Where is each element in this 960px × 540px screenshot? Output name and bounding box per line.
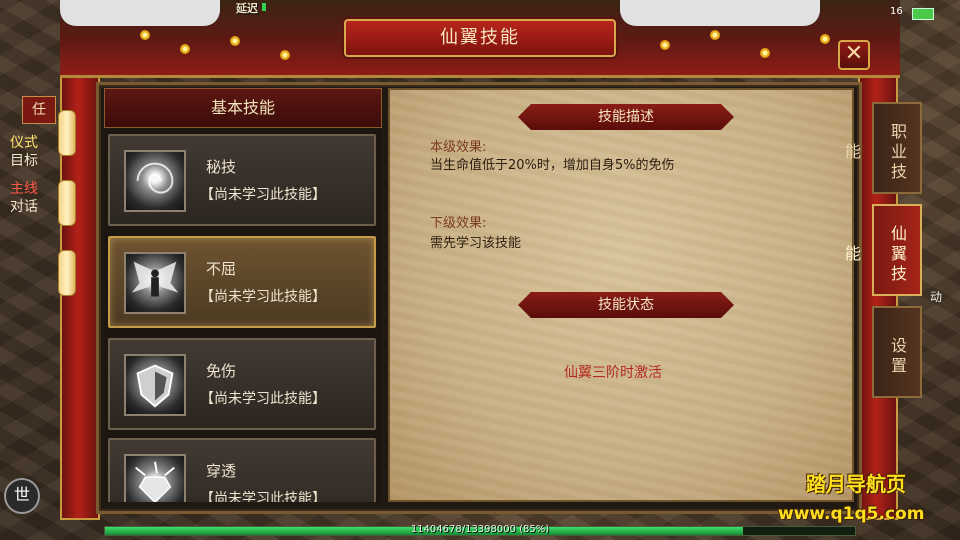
skill-list: 基本技能 秘技 【尚未学习此技能】 不屈 【尚未学习此技能】 免伤 【尚未学习此… — [104, 88, 382, 502]
quest-tab-ritual-title: 仪式 — [10, 135, 38, 151]
skill-learn-status: 【尚未学习此技能】 — [200, 187, 326, 203]
latency-signal-icon — [262, 3, 266, 11]
close-button[interactable]: ✕ — [838, 40, 870, 70]
quest-tab-ritual-sub: 目标 — [10, 153, 38, 169]
current-effect-text: 当生命值低于20%时，增加自身5%的免伤 — [430, 158, 675, 173]
activation-condition-text: 仙翼三阶时激活 — [564, 365, 662, 381]
voice-chat-button[interactable]: 世 — [4, 478, 40, 514]
watermark-url: www.q1q5.com — [778, 504, 925, 524]
skill-description-title: 技能描述 — [518, 104, 734, 130]
skill-name: 秘技 — [206, 158, 237, 176]
winged-warrior-icon — [124, 252, 186, 314]
quest-tab-main-title: 主线 — [10, 181, 38, 197]
quest-tab-main[interactable]: 主线 对话 — [2, 180, 54, 220]
quest-tab-main-sub: 对话 — [10, 199, 38, 215]
skill-learn-status: 【尚未学习此技能】 — [200, 289, 326, 305]
lantern-decoration — [58, 180, 76, 226]
next-effect-text: 需先学习该技能 — [430, 236, 522, 251]
tab-class-skills[interactable]: 职业技能 — [842, 102, 922, 194]
skill-card-chuantou[interactable]: 穿透 【尚未学习此技能】 — [108, 438, 376, 502]
current-effect-label: 本级效果: — [430, 140, 487, 155]
top-status-number: 16 — [890, 6, 903, 17]
battery-icon — [912, 8, 934, 20]
tab-settings[interactable]: 设置 — [872, 306, 922, 398]
skill-name: 免伤 — [206, 362, 237, 380]
tab-wing-skills[interactable]: 仙翼技能 — [842, 204, 922, 296]
shield-icon — [124, 354, 186, 416]
skill-card-mianshang[interactable]: 免伤 【尚未学习此技能】 — [108, 338, 376, 430]
skill-card-miji[interactable]: 秘技 【尚未学习此技能】 — [108, 134, 376, 226]
latency-label: 延迟 — [236, 2, 258, 15]
skill-learn-status: 【尚未学习此技能】 — [200, 391, 326, 407]
next-effect-label: 下级效果: — [430, 216, 487, 231]
lantern-decoration — [58, 250, 76, 296]
mic-label: 世 — [13, 485, 30, 504]
skill-learn-status: 【尚未学习此技能】 — [200, 491, 326, 502]
skill-detail-panel: 技能描述 本级效果: 当生命值低于20%时，增加自身5%的免伤 下级效果: 需先… — [388, 88, 854, 502]
window-title: 仙翼技能 — [344, 19, 616, 57]
swirl-icon — [124, 150, 186, 212]
skill-card-buqu[interactable]: 不屈 【尚未学习此技能】 — [108, 236, 376, 328]
skill-name: 不屈 — [206, 260, 237, 278]
skill-name: 穿透 — [206, 462, 237, 480]
gem-burst-icon — [124, 454, 186, 502]
skill-list-header: 基本技能 — [104, 88, 382, 128]
task-tracker-toggle[interactable]: 任 — [22, 96, 56, 124]
quest-tab-ritual[interactable]: 仪式 目标 — [2, 134, 54, 174]
game-screen: 延迟 16 仙翼技能 ✕ 任 仪式 目标 主线 对话 世 基本技能 秘技 【尚未… — [0, 0, 960, 540]
experience-text: 11404678/13398000 (85%) — [410, 524, 550, 535]
skill-status-title: 技能状态 — [518, 292, 734, 318]
lantern-decoration — [58, 110, 76, 156]
side-extra-label: 动 — [930, 290, 943, 304]
watermark-title: 踏月导航页 — [806, 472, 906, 496]
